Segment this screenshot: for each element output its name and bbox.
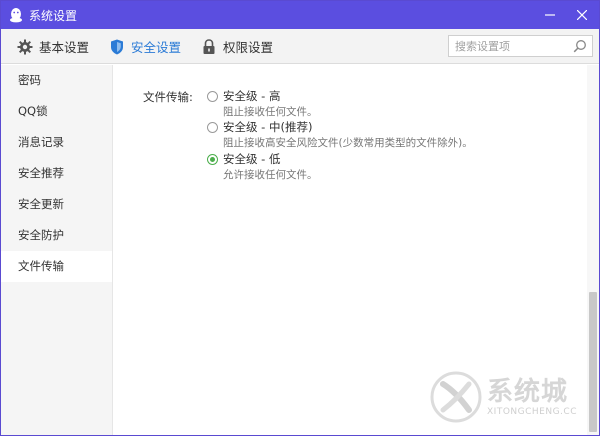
security-level-low-option[interactable]: 安全级 - 低 允许接收任何文件。 (207, 152, 318, 182)
option-description: 阻止接收任何文件。 (223, 106, 318, 118)
security-level-high-option[interactable]: 安全级 - 高 阻止接收任何文件。 (207, 89, 318, 119)
window-title: 系统设置 (29, 8, 78, 23)
search-input[interactable] (449, 36, 567, 56)
sidebar-item-security-recommend[interactable]: 安全推荐 (1, 158, 112, 189)
watermark-text-en: XITONGCHENG.CC (487, 407, 577, 417)
sidebar-item-security-update[interactable]: 安全更新 (1, 189, 112, 220)
watermark-logo-icon (430, 371, 482, 423)
minimize-button[interactable] (535, 1, 565, 29)
close-button[interactable] (567, 1, 597, 29)
sidebar-item-message-history[interactable]: 消息记录 (1, 127, 112, 158)
sidebar-item-password[interactable]: 密码 (1, 65, 112, 96)
sidebar-item-file-transfer[interactable]: 文件传输 (1, 251, 112, 282)
option-description: 阻止接收高安全风险文件(少数常用类型的文件除外)。 (223, 137, 473, 149)
tab-permission-settings[interactable]: 权限设置 (201, 29, 273, 64)
minimize-icon (545, 14, 555, 16)
option-name: 安全级 - 高 (223, 89, 281, 103)
tab-label: 安全设置 (131, 40, 182, 55)
shield-icon (109, 39, 125, 55)
tab-basic-settings[interactable]: 基本设置 (17, 29, 89, 64)
option-name: 安全级 - 中(推荐) (223, 120, 313, 134)
security-level-low-radio[interactable] (207, 153, 218, 165)
search-box[interactable] (448, 35, 593, 57)
security-level-high-radio[interactable] (207, 90, 218, 102)
tab-label: 权限设置 (223, 40, 274, 55)
lock-icon (201, 38, 217, 55)
tab-label: 基本设置 (39, 40, 90, 55)
watermark-text-cn: 系统城 (487, 377, 569, 407)
gear-icon (17, 39, 33, 55)
settings-window: 系统设置 基本设置 安全设置 权限设置 搜索设置项 密码 QQ锁 消息记录 安全… (0, 0, 600, 436)
title-bar[interactable]: 系统设置 (1, 1, 599, 29)
search-icon[interactable] (573, 39, 587, 53)
sidebar-item-security-protection[interactable]: 安全防护 (1, 220, 112, 251)
site-watermark: 系统城 XITONGCHENG.CC (429, 363, 595, 431)
settings-sidebar: 密码 QQ锁 消息记录 安全推荐 安全更新 安全防护 文件传输 (1, 65, 113, 435)
settings-toolbar: 基本设置 安全设置 权限设置 (1, 29, 599, 64)
qq-penguin-icon (8, 7, 24, 23)
option-name: 安全级 - 低 (223, 152, 281, 166)
option-description: 允许接收任何文件。 (223, 169, 318, 181)
sidebar-item-qq-lock[interactable]: QQ锁 (1, 96, 112, 127)
close-icon (577, 10, 587, 20)
security-level-medium-option[interactable]: 安全级 - 中(推荐) 阻止接收高安全风险文件(少数常用类型的文件除外)。 (207, 120, 473, 150)
tab-security-settings[interactable]: 安全设置 (109, 29, 181, 64)
security-level-medium-radio[interactable] (207, 121, 218, 133)
file-transfer-label: 文件传输: (143, 90, 193, 104)
